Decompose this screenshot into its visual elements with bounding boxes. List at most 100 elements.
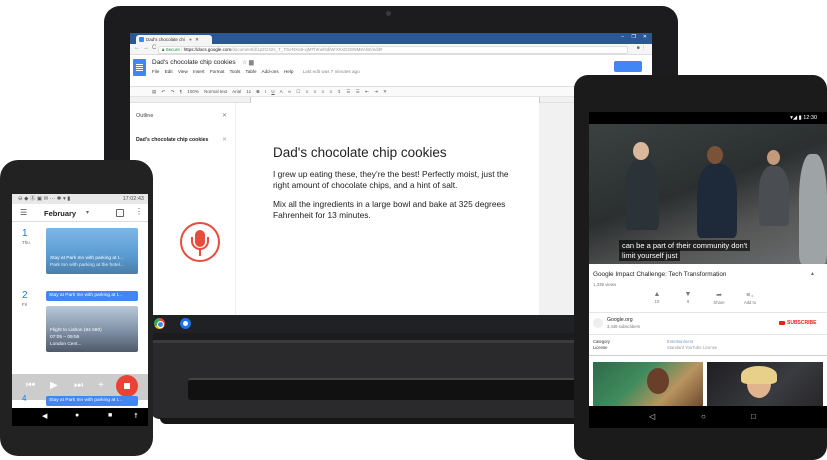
overflow-menu-icon[interactable]: ⋮ — [135, 207, 143, 216]
channel-avatar[interactable] — [593, 318, 603, 328]
hamburger-menu-icon[interactable]: ☰ — [20, 208, 27, 217]
menu-tools[interactable]: Tools — [230, 69, 241, 74]
bulleted-list-icon[interactable]: ☰ — [356, 89, 360, 94]
video-head-3 — [767, 150, 780, 165]
today-calendar-icon[interactable] — [116, 209, 124, 217]
menu-insert[interactable]: Insert — [193, 69, 205, 74]
category-value[interactable]: Entertainment — [667, 339, 693, 344]
event-card-flight[interactable]: Flight to Lisbon (84 580) 07:05 – 09:55 … — [46, 306, 138, 352]
undo-icon[interactable]: ↶ — [162, 89, 166, 94]
document-title[interactable]: Dad's chocolate chip cookies — [152, 59, 236, 66]
bold-icon[interactable]: B — [256, 89, 259, 94]
chrome-app-icon[interactable] — [154, 318, 165, 329]
comment-icon[interactable]: ☐ — [296, 89, 300, 94]
browser-tab[interactable]: Dad's chocolate chi ● ✕ — [136, 35, 212, 44]
menu-file[interactable]: File — [152, 69, 159, 74]
subscribe-button[interactable]: SUBSCRIBE — [779, 320, 816, 326]
print-icon[interactable]: ▤ — [152, 89, 156, 94]
menu-view[interactable]: View — [178, 69, 188, 74]
align-right-icon[interactable]: ≡ — [322, 89, 325, 94]
dislike-button[interactable]: ▼ 9 — [673, 291, 703, 304]
clear-format-icon[interactable]: ✕ — [383, 89, 387, 94]
document-paragraph-2[interactable]: Mix all the ingredients in a large bowl … — [273, 199, 513, 221]
align-center-icon[interactable]: ≡ — [314, 89, 317, 94]
tab-x-icon[interactable]: ✕ — [195, 37, 199, 42]
increase-indent-icon[interactable]: ⇥ — [374, 89, 378, 94]
skip-next-icon[interactable]: ⏭︎ — [74, 380, 83, 391]
outline-heading-link[interactable]: Dad's chocolate chip cookies — [136, 137, 208, 143]
month-dropdown-icon[interactable]: ▾ — [86, 209, 89, 216]
microphone-arc — [191, 237, 209, 250]
line-spacing-icon[interactable]: ⇕ — [337, 89, 341, 94]
share-button[interactable]: ➦ Share — [704, 291, 734, 305]
thumbnail-1-person — [647, 368, 669, 394]
related-video-thumbnail-2[interactable] — [707, 362, 823, 406]
justify-icon[interactable]: ≡ — [329, 89, 332, 94]
phone-status-bar: ⊖ ◆ ⓖ ▣ ✉ ··· ✱ ▾ ▮ 17:02:43 — [12, 194, 148, 204]
event-chip-hotel-2[interactable]: Stay at Park Inn with parking at t... — [46, 396, 138, 406]
expand-description-icon[interactable]: ▲ — [810, 271, 815, 277]
video-title[interactable]: Google Impact Challenge: Tech Transforma… — [593, 271, 726, 278]
menu-format[interactable]: Format — [210, 69, 225, 74]
event-card-hotel[interactable]: Stay at Park Inn with parking at t... Pa… — [46, 228, 138, 274]
day-of-week-2: Fri — [22, 302, 28, 307]
menu-addons[interactable]: Add-ons — [262, 69, 279, 74]
menu-table[interactable]: Table — [246, 69, 257, 74]
tablet-home-icon[interactable]: ○ — [701, 412, 706, 421]
outline-close-icon[interactable]: ✕ — [222, 112, 227, 119]
align-left-icon[interactable]: ≡ — [306, 89, 309, 94]
omnibox-menu-icon[interactable]: ■ ⋮ — [637, 45, 646, 51]
skip-previous-icon[interactable]: ⏮︎ — [26, 380, 35, 391]
underline-icon[interactable]: U — [271, 89, 274, 94]
close-window-icon[interactable]: ✕ — [643, 34, 647, 40]
size-select[interactable]: 11 — [246, 89, 251, 94]
thumb-up-icon: ▲ — [653, 291, 661, 298]
channel-name[interactable]: Google.org — [607, 317, 633, 323]
redo-icon[interactable]: ↷ — [171, 89, 175, 94]
numbered-list-icon[interactable]: ☰ — [346, 89, 350, 94]
play-icon[interactable]: ▶︎ — [50, 380, 58, 391]
add-icon[interactable]: + — [98, 380, 104, 391]
decrease-indent-icon[interactable]: ⇤ — [365, 89, 369, 94]
last-edit-status[interactable]: Last edit was 7 minutes ago — [303, 69, 360, 74]
docs-logo-icon[interactable] — [133, 59, 146, 76]
tablet-back-icon[interactable]: ◁ — [649, 412, 655, 421]
tab-close-icon[interactable]: ● — [189, 37, 192, 42]
add-to-button[interactable]: ≡₊ Add to — [735, 291, 765, 305]
recents-nav-icon[interactable]: ■ — [108, 412, 112, 419]
italic-icon[interactable]: I — [265, 89, 266, 94]
home-nav-icon[interactable]: ● — [75, 412, 79, 419]
tablet-recents-icon[interactable]: □ — [751, 412, 756, 421]
style-select[interactable]: Normal text — [204, 89, 227, 94]
font-select[interactable]: Arial — [232, 89, 241, 94]
minimize-icon[interactable]: – — [621, 34, 624, 40]
notification-icons: ⊖ ◆ ⓖ ▣ ✉ ··· ✱ ▾ ▮ — [18, 196, 71, 202]
zoom-select[interactable]: 100% — [187, 89, 199, 94]
outline-item-remove-icon[interactable]: ✕ — [222, 136, 227, 143]
back-nav-icon[interactable]: ◀ — [42, 412, 47, 420]
related-video-thumbnail-1[interactable] — [593, 362, 703, 406]
month-selector[interactable]: February — [44, 209, 76, 218]
text-color-icon[interactable]: A — [280, 89, 283, 94]
event-chip-hotel[interactable]: Stay at Park Inn with parking at t... — [46, 291, 138, 301]
menu-help[interactable]: Help — [284, 69, 293, 74]
link-icon[interactable]: ∞ — [288, 89, 291, 94]
record-stop-button[interactable] — [116, 375, 138, 397]
maximize-icon[interactable]: ❐ — [632, 34, 636, 40]
accessibility-icon[interactable]: ☨ — [134, 412, 138, 420]
video-player[interactable]: can be a part of their community don't l… — [589, 124, 827, 264]
document-heading[interactable]: Dad's chocolate chip cookies — [273, 145, 447, 160]
paint-format-icon[interactable]: ¶ — [180, 89, 182, 94]
share-button[interactable] — [614, 61, 642, 72]
url-bar[interactable]: 🔒︎ Secure | https://docs.google.com/docu… — [158, 45, 628, 54]
back-icon[interactable]: ← — [134, 45, 143, 51]
voice-typing-mic-button[interactable] — [180, 222, 220, 262]
nav-buttons[interactable]: ←→C — [134, 45, 159, 51]
star-folder-icons[interactable]: ☆ ▆ — [242, 59, 254, 66]
shelf-app-icon[interactable] — [180, 318, 191, 329]
document-paragraph-1[interactable]: I grew up eating these, they’re the best… — [273, 169, 513, 191]
menu-edit[interactable]: Edit — [165, 69, 173, 74]
browser-tab-bar: Dad's chocolate chi ● ✕ – ❐ ✕ — [130, 33, 652, 44]
forward-icon[interactable]: → — [143, 45, 152, 51]
like-button[interactable]: ▲ 10 — [642, 291, 672, 304]
